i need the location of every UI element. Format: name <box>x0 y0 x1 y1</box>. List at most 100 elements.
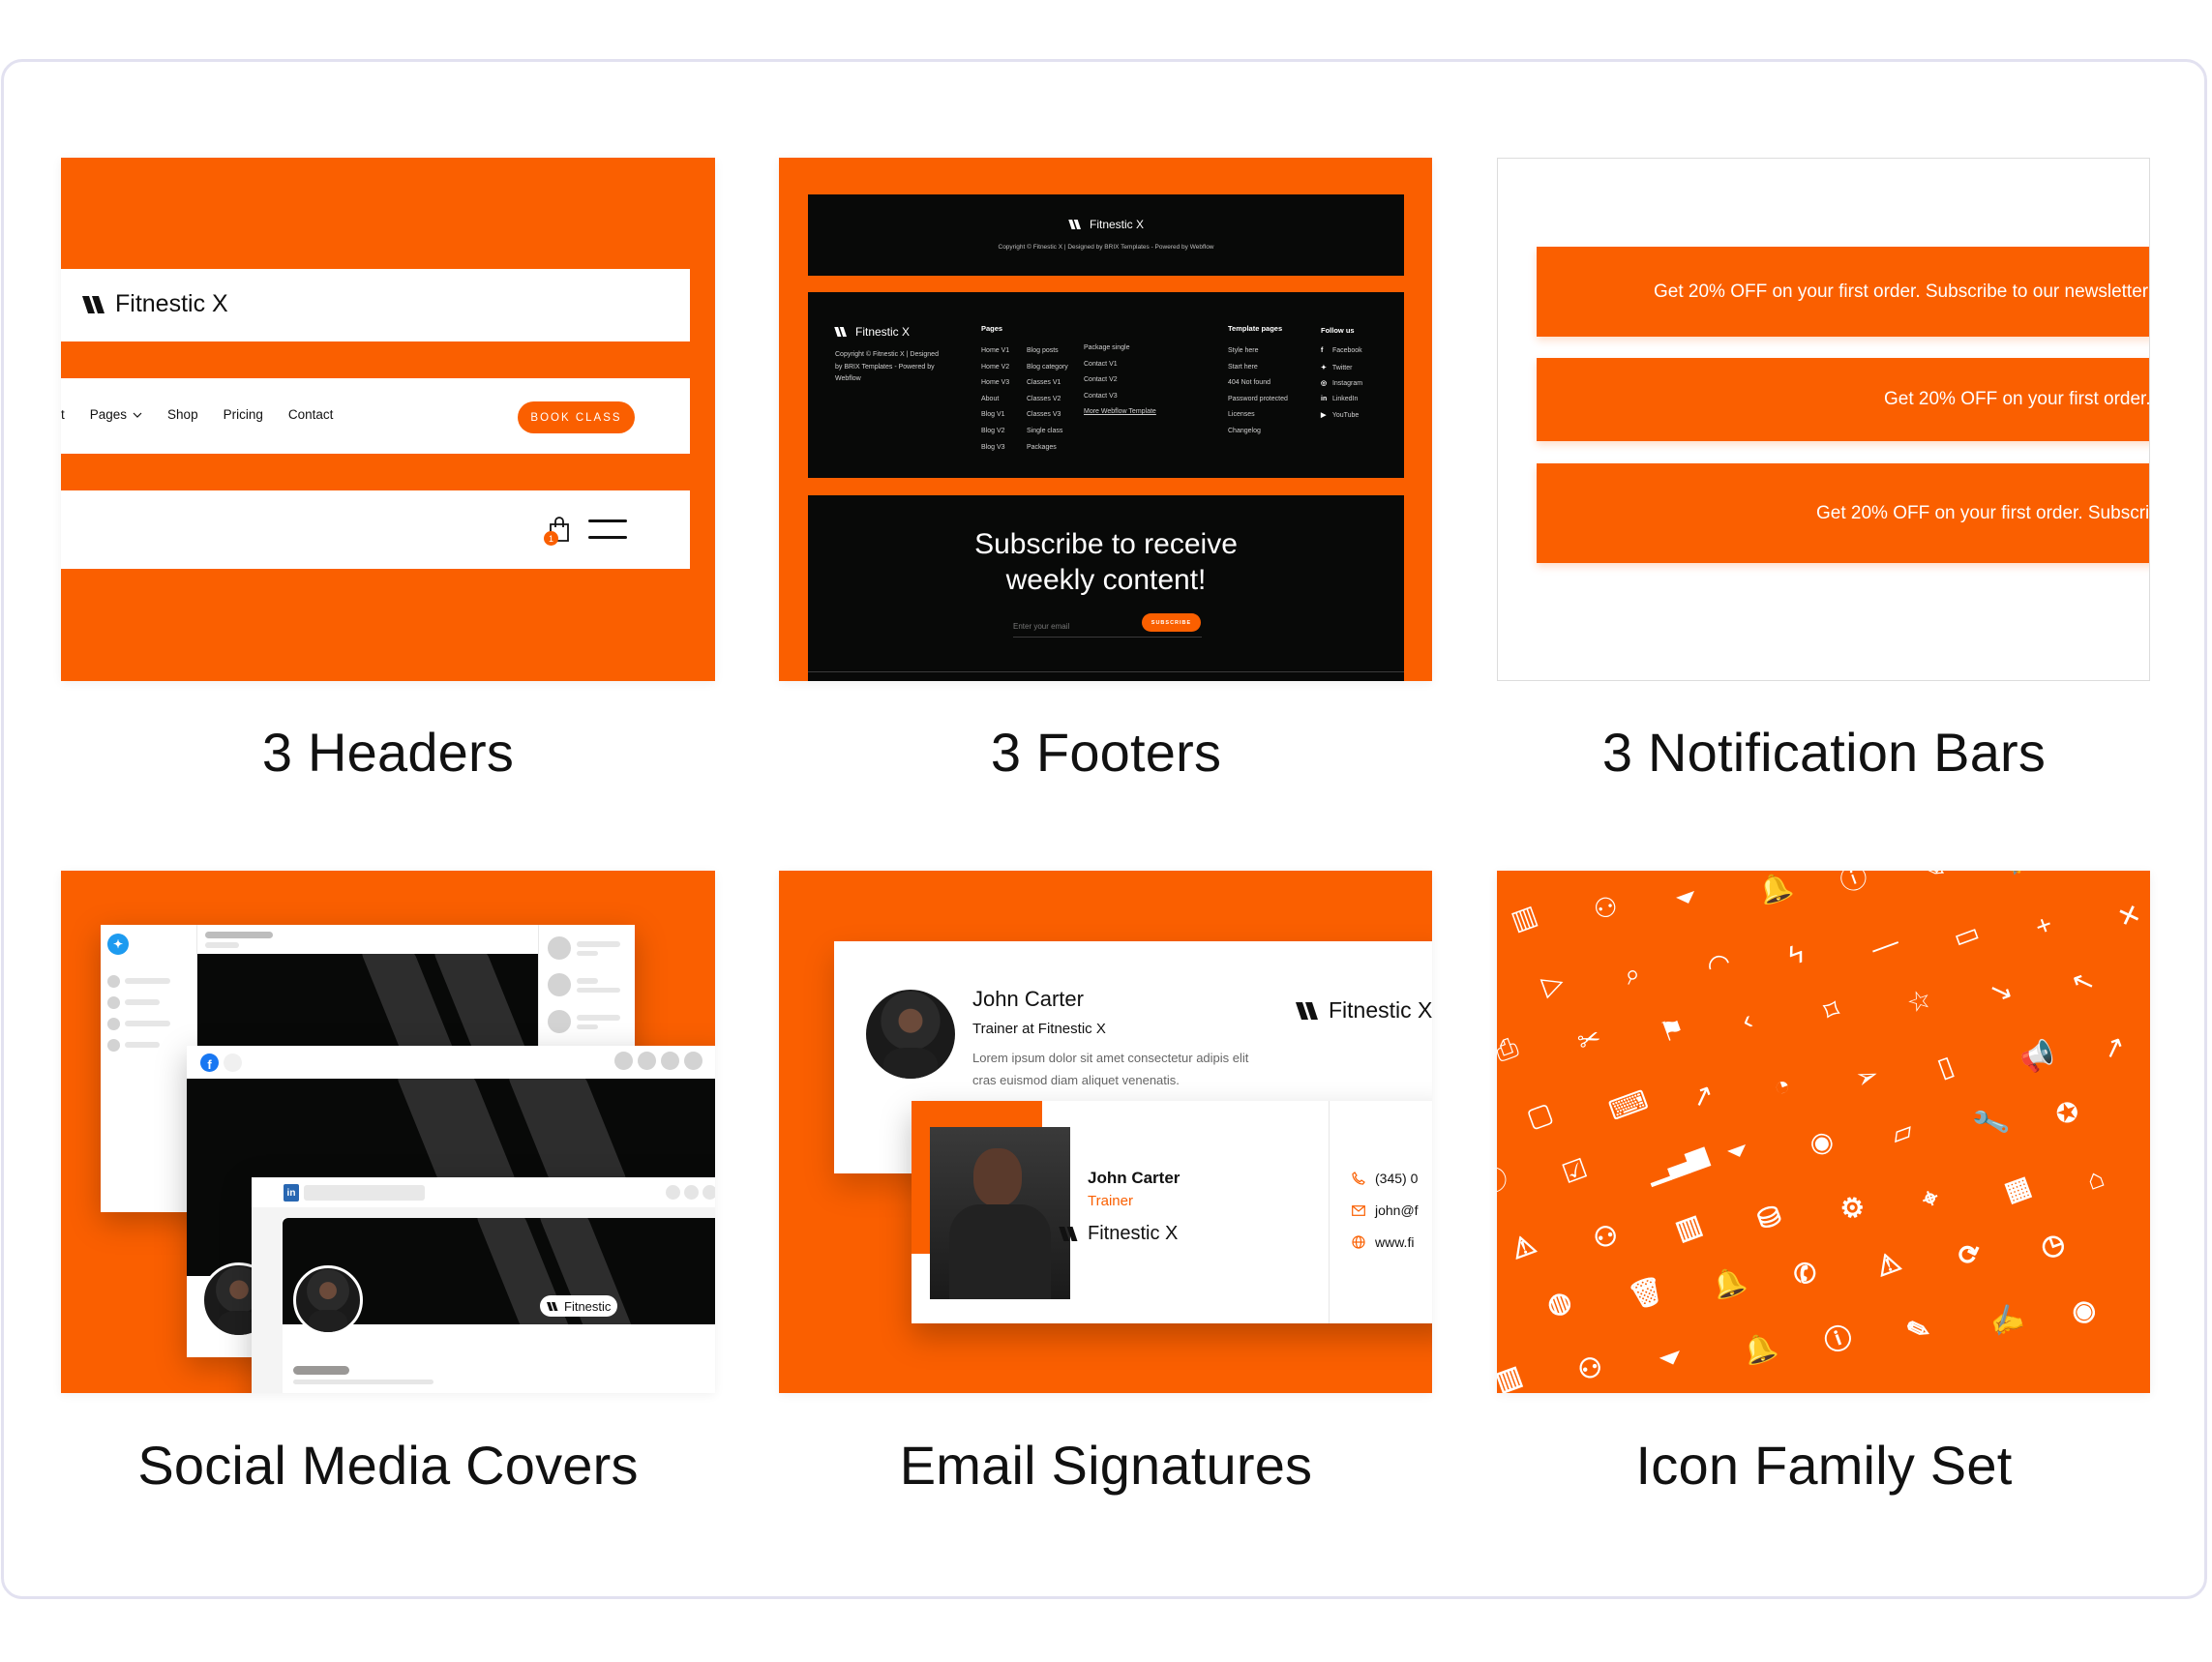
bar-chart-icon: ▥ <box>1497 1359 1526 1393</box>
minus-icon: — <box>1867 926 1903 964</box>
nav-item-about-partial[interactable]: t <box>61 407 65 422</box>
footer-link[interactable]: Classes V3 <box>1027 411 1061 418</box>
signal-icon: ▁▃▅ <box>1641 1136 1711 1187</box>
footer-link[interactable]: Contact V2 <box>1084 376 1118 383</box>
funnel-icon: ⏷ <box>1671 880 1702 916</box>
footer-link[interactable]: Password protected <box>1228 396 1288 402</box>
refresh-icon: ⟳ <box>1954 1235 1986 1273</box>
nav-item-pricing[interactable]: Pricing <box>224 407 263 422</box>
footer-link[interactable]: Blog V2 <box>981 428 1005 434</box>
signature2-email[interactable]: john@f <box>1352 1202 1419 1218</box>
footer-link[interactable]: Licenses <box>1228 411 1255 418</box>
section-label-email-signatures: Email Signatures <box>899 1435 1313 1496</box>
header-logo[interactable]: Fitnestic X <box>82 290 228 318</box>
brand-logo-icon <box>547 1301 558 1311</box>
cart-count-badge: 1 <box>544 531 558 546</box>
footer-link[interactable]: Start here <box>1228 364 1258 371</box>
nav-item-pages-label: Pages <box>89 407 128 422</box>
footer-link[interactable]: Classes V2 <box>1027 396 1061 402</box>
subscribe-email-placeholder: Enter your email <box>1013 622 1070 631</box>
document-check-icon: ☑ <box>1558 1152 1592 1190</box>
signature2-phone[interactable]: (345) 0 <box>1352 1171 1418 1186</box>
notification-bar-1[interactable]: Get 20% OFF on your first order. Subscri… <box>1537 247 2149 337</box>
brand-logo-icon <box>82 295 105 313</box>
notification-bar-2-text: Get 20% OFF on your first order. <box>1884 389 2150 409</box>
footer-link[interactable]: Blog V1 <box>981 411 1005 418</box>
social-link-youtube[interactable]: ▶ YouTube <box>1321 411 1359 419</box>
header-logo-text: Fitnestic X <box>115 290 228 317</box>
subscribe-button[interactable]: SUBSCRIBE <box>1142 613 1201 632</box>
pencil-icon: ✎ <box>1902 1311 1934 1349</box>
chevron-down-icon <box>133 412 142 418</box>
footer-link[interactable]: Contact V1 <box>1084 361 1118 368</box>
book-class-button[interactable]: BOOK CLASS <box>518 401 635 433</box>
footer-link[interactable]: Changelog <box>1228 428 1261 434</box>
footer-link[interactable]: Style here <box>1228 347 1259 354</box>
social-link-label: Facebook <box>1330 347 1362 354</box>
facebook-icon: f <box>1321 347 1324 354</box>
twitter-icon: ✦ <box>1321 364 1327 371</box>
footer-link[interactable]: Contact V3 <box>1084 393 1118 400</box>
footer1-logo[interactable]: Fitnestic X <box>808 218 1404 231</box>
home-icon: ⌂ <box>2082 1162 2108 1196</box>
subscribe-title-line-1: Subscribe to receive <box>974 528 1238 560</box>
cart-button[interactable]: 1 <box>544 516 573 546</box>
signature1-bio-line-1: Lorem ipsum dolor sit amet consectetur a… <box>972 1051 1249 1065</box>
send-icon: ➢ <box>1851 1057 1883 1095</box>
section-label-footers: 3 Footers <box>990 722 1222 783</box>
footer-link[interactable]: About <box>981 396 999 402</box>
footer-link[interactable]: Classes V1 <box>1027 379 1061 386</box>
footer-link[interactable]: Home V3 <box>981 379 1009 386</box>
footer-link[interactable]: Blog category <box>1027 364 1068 371</box>
footer-link[interactable]: Blog posts <box>1027 347 1059 354</box>
footer-variant-1: Fitnestic X Copyright © Fitnestic X | De… <box>808 194 1404 276</box>
notification-bar-3-text: Get 20% OFF on your first order. Subscri… <box>1816 502 2150 523</box>
social-link-linkedin[interactable]: in LinkedIn <box>1321 396 1358 402</box>
linkedin-search-placeholder <box>304 1185 425 1201</box>
footer-link[interactable]: 404 Not found <box>1228 379 1270 386</box>
footer-link[interactable]: Home V1 <box>981 347 1009 354</box>
tools-icon: ✂ <box>1573 1021 1605 1058</box>
search-icon: ⌕ <box>1620 957 1645 991</box>
footer-pages-heading: Pages <box>981 324 1003 333</box>
camera-icon: ⎙ <box>1497 1031 1522 1067</box>
brand-logo-icon <box>1059 1227 1078 1241</box>
notification-bar-2[interactable]: Get 20% OFF on your first order. <box>1537 358 2150 441</box>
header-variant-2: t Pages Shop Pricing Contact BOOK CLASS <box>61 378 690 454</box>
warning-icon: ⚠ <box>1507 1228 1540 1265</box>
footer-link[interactable]: Package single <box>1084 344 1129 351</box>
folder-icon: ▭ <box>1949 916 1984 954</box>
notification-bar-3[interactable]: Get 20% OFF on your first order. Subscri… <box>1537 463 2150 563</box>
plus-icon: + <box>2031 908 2056 942</box>
info-icon: ⓘ <box>1497 1162 1512 1200</box>
social-link-twitter[interactable]: ✦ Twitter <box>1321 364 1352 371</box>
footer-link[interactable]: Home V2 <box>981 364 1009 371</box>
linkedin-brand-badge-text: Fitnestic <box>564 1298 612 1314</box>
social-link-instagram[interactable]: ◎ Instagram <box>1321 379 1362 387</box>
notification-bars-preview: Get 20% OFF on your first order. Subscri… <box>1497 158 2150 681</box>
nav-item-shop[interactable]: Shop <box>167 407 198 422</box>
nav-item-pages[interactable]: Pages <box>90 407 142 422</box>
filter-icon: ⏷ <box>1722 1134 1753 1170</box>
linkedin-profile-avatar <box>293 1265 363 1335</box>
nav-item-contact[interactable]: Contact <box>288 407 334 422</box>
headers-preview: Fitnestic X t Pages Shop Pricing Contact… <box>61 158 715 681</box>
hamburger-menu-button[interactable] <box>588 518 627 541</box>
footer-link[interactable]: Blog V3 <box>981 444 1005 451</box>
menu-icon <box>588 519 627 539</box>
social-link-label: Instagram <box>1330 380 1363 388</box>
footer-link[interactable]: More Webflow Template <box>1084 408 1156 415</box>
trash-icon: 🗑 <box>1625 1272 1668 1314</box>
notification-bar-1-text: Get 20% OFF on your first order. Subscri… <box>1654 281 2149 302</box>
subscribe-title-line-2: weekly content! <box>1005 564 1207 596</box>
social-link-facebook[interactable]: f Facebook <box>1321 347 1362 354</box>
footer2-logo[interactable]: Fitnestic X <box>834 325 910 339</box>
warning-icon: ⚠ <box>1871 1245 1905 1283</box>
signature2-website[interactable]: www.fi <box>1352 1234 1414 1250</box>
footer-link[interactable]: Packages <box>1027 444 1057 451</box>
brand-logo-icon <box>834 327 847 337</box>
mail-icon <box>1352 1204 1365 1216</box>
footer-link[interactable]: Single class <box>1027 428 1062 434</box>
email-signatures-preview: John Carter Trainer at Fitnestic X Lorem… <box>779 871 1432 1393</box>
bell-icon: 🔔 <box>1753 871 1796 909</box>
